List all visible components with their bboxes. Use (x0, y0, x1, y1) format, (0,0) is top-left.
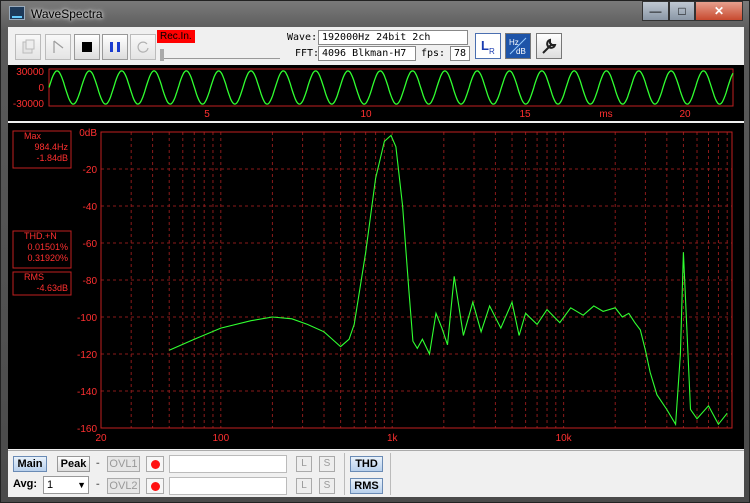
ovl1-record-button[interactable] (146, 456, 164, 472)
ovl2-save-button[interactable]: S (319, 478, 335, 494)
svg-text:R: R (489, 47, 495, 56)
svg-text:L: L (481, 38, 489, 53)
divider (390, 453, 391, 495)
ovl1-input[interactable] (169, 455, 287, 473)
rec-in-indicator: Rec.In. (157, 30, 195, 43)
lr-channel-button[interactable]: LR (475, 33, 501, 59)
spectrum-chart: 0dB -20 -40 -60 -80 -100 -120 -140 -160 20 100 1k 1… (12, 128, 733, 444)
ovl1-load-button[interactable]: L (296, 456, 312, 472)
slider-thumb[interactable] (160, 49, 164, 61)
stop-button[interactable] (74, 34, 100, 60)
spectrum-x-tick: 10k (556, 433, 573, 444)
chevron-down-icon: ▼ (77, 480, 86, 490)
scope-y-tick-bottom: -30000 (13, 99, 45, 110)
oscilloscope-panel: 30000 0 -30000 5 10 15 20 ms (8, 65, 744, 121)
ovl2-record-button[interactable] (146, 478, 164, 494)
settings-button[interactable] (536, 33, 562, 59)
wave-format-field: 192000Hz 24bit 2ch (318, 30, 468, 45)
ovl2-input[interactable] (169, 477, 287, 495)
spectrum-x-tick: 1k (387, 433, 399, 444)
ovl1-indicator: OVL1 (107, 456, 140, 472)
avg-value: 1 (47, 479, 54, 491)
wave-label: Wave: (287, 32, 318, 43)
spectrum-x-tick: 20 (95, 433, 107, 444)
max-level: -1.84dB (36, 153, 68, 163)
minimize-button[interactable]: — (642, 1, 669, 21)
fps-field: 78 (450, 46, 470, 61)
scope-x-unit: ms (599, 109, 612, 120)
close-button[interactable]: ✕ (695, 1, 743, 21)
spectrum-y-tick: -20 (83, 165, 98, 176)
max-label: Max (24, 131, 42, 141)
spectrum-y-tick: -60 (83, 239, 98, 250)
scope-y-tick-zero: 0 (38, 83, 44, 94)
separator-dash: - (96, 457, 100, 469)
spectrum-x-tick: 100 (212, 433, 229, 444)
thd-value-1: 0.01501% (27, 242, 68, 252)
hz-db-icon: HzdB (509, 37, 527, 56)
avg-select[interactable]: 1 ▼ (43, 476, 89, 494)
scope-y-tick-top: 30000 (16, 67, 44, 78)
spectrum-y-tick: -120 (77, 350, 97, 361)
play-button[interactable] (45, 34, 71, 60)
avg-label: Avg: (13, 478, 38, 490)
record-dot-icon (150, 481, 160, 491)
spectrum-y-tick: 0dB (79, 128, 97, 139)
thd-button[interactable]: THD (350, 456, 383, 472)
separator-dash: - (96, 478, 100, 490)
window-title: WaveSpectra (31, 7, 103, 21)
bottom-control-panel: Main Peak - OVL1 L S Avg: 1 ▼ - OVL2 L S … (8, 450, 744, 497)
scope-x-tick: 10 (360, 109, 372, 120)
main-button[interactable]: Main (13, 456, 47, 472)
pause-icon (110, 42, 120, 52)
rms-button[interactable]: RMS (350, 478, 383, 494)
fps-label: fps: (421, 48, 446, 59)
fft-label: FFT: (295, 48, 320, 59)
stop-icon (82, 42, 92, 52)
ovl2-indicator: OVL2 (107, 478, 140, 494)
scope-x-tick: 15 (519, 109, 531, 120)
record-button[interactable] (130, 34, 156, 60)
spectrum-y-tick: -100 (77, 313, 97, 324)
spectrum-y-tick: -140 (77, 387, 97, 398)
title-bar[interactable]: WaveSpectra — □ ✕ (1, 1, 750, 27)
position-slider[interactable] (160, 49, 280, 61)
hz-db-scale-button[interactable]: Hz dB (505, 33, 531, 59)
thd-value-2: 0.31920% (27, 253, 68, 263)
ovl1-save-button[interactable]: S (319, 456, 335, 472)
rms-value: -4.63dB (36, 283, 68, 293)
oscilloscope-chart: 30000 0 -30000 5 10 15 20 ms (13, 67, 734, 120)
maximize-button[interactable]: □ (669, 1, 695, 21)
max-frequency: 984.4Hz (34, 142, 68, 152)
open-file-button[interactable] (15, 34, 41, 60)
svg-text:dB: dB (516, 47, 526, 56)
spectrum-y-tick: -80 (83, 276, 98, 287)
spectrum-y-tick: -160 (77, 424, 97, 435)
file-icon (22, 39, 35, 54)
pause-button[interactable] (102, 34, 128, 60)
play-icon (53, 40, 64, 53)
record-dot-icon (150, 459, 160, 469)
spectrum-y-tick: -40 (83, 202, 98, 213)
client-area: Rec.In. Wave: 192000Hz 24bit 2ch FFT: 40… (8, 27, 744, 497)
peak-button[interactable]: Peak (57, 456, 90, 472)
rms-label: RMS (24, 272, 44, 282)
ovl2-load-button[interactable]: L (296, 478, 312, 494)
spectrum-panel: 0dB -20 -40 -60 -80 -100 -120 -140 -160 20 100 1k 1… (8, 123, 744, 449)
scope-x-tick: 5 (204, 109, 210, 120)
fft-setting-field: 4096 Blkman-H7 (318, 46, 416, 61)
scope-x-tick: 20 (679, 109, 691, 120)
waveform-trace (48, 70, 734, 105)
refresh-icon (137, 41, 149, 53)
wrench-icon (542, 38, 557, 54)
svg-text:Hz: Hz (509, 38, 519, 47)
app-icon (9, 6, 25, 20)
thd-label: THD.+N (24, 231, 57, 241)
app-window: WaveSpectra — □ ✕ Rec.In. Wave: 192000Hz… (0, 0, 750, 503)
lr-channel-icon: LR (481, 38, 495, 56)
divider (344, 453, 345, 495)
toolbar: Rec.In. Wave: 192000Hz 24bit 2ch FFT: 40… (8, 27, 744, 65)
